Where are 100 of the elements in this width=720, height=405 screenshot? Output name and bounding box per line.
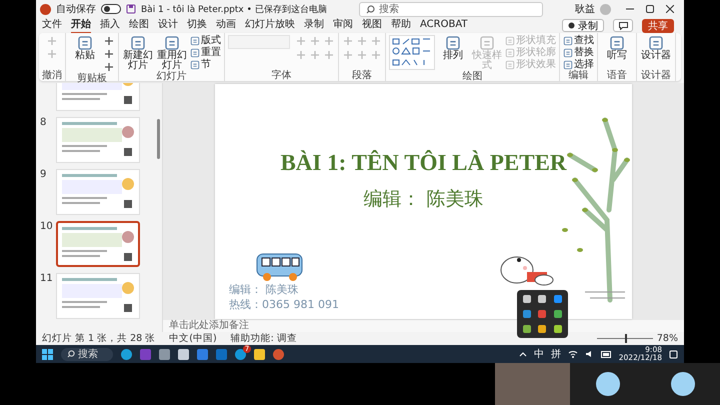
group-label: 段落: [352, 70, 372, 81]
maximize-icon[interactable]: [646, 5, 654, 13]
group-label: 编辑: [568, 70, 588, 81]
ribbon-tab[interactable]: ACROBAT: [420, 18, 468, 32]
scrollbar-thumb[interactable]: [157, 119, 160, 159]
group-label: 撤消: [42, 70, 62, 81]
ribbon-tab[interactable]: 幻灯片放映: [245, 17, 295, 34]
close-icon[interactable]: [666, 5, 674, 13]
ribbon-button[interactable]: 听写: [601, 35, 633, 61]
folder-icon[interactable]: [254, 348, 265, 360]
ribbon-button[interactable]: 重置: [190, 47, 221, 58]
checkmark-app-icon[interactable]: [197, 348, 208, 360]
autosave-toggle[interactable]: [101, 4, 121, 14]
ribbon-button[interactable]: 节: [190, 59, 221, 70]
ribbon-button[interactable]: 排列: [437, 35, 469, 61]
document-icon: [563, 60, 573, 70]
notes-app-icon[interactable]: [140, 348, 151, 360]
tool-button[interactable]: [103, 61, 115, 73]
autosave-label: 自动保存: [56, 3, 96, 16]
document-icon: [479, 35, 495, 51]
speaker-icon[interactable]: [584, 350, 594, 358]
slide-thumbnail[interactable]: [56, 221, 140, 267]
ribbon-button[interactable]: 重用幻灯片: [156, 35, 188, 71]
ribbon-tab[interactable]: 审阅: [333, 17, 353, 34]
ime-layout[interactable]: 拼: [550, 347, 561, 361]
save-icon[interactable]: [126, 4, 136, 14]
search-icon: [366, 4, 375, 14]
shapes-gallery[interactable]: [389, 35, 435, 70]
browser-app-icon[interactable]: [121, 348, 132, 360]
slide-number: 8: [40, 117, 48, 128]
battery-icon[interactable]: [600, 350, 612, 358]
language-status[interactable]: 中文(中国): [169, 332, 217, 345]
group-label: 字体: [272, 70, 292, 81]
ribbon-tab[interactable]: 帮助: [391, 17, 411, 34]
mail-app-icon[interactable]: [216, 348, 227, 360]
ribbon-button[interactable]: 设计器: [640, 35, 672, 61]
ribbon-tab[interactable]: 切换: [187, 17, 207, 34]
comment-button[interactable]: [613, 19, 633, 32]
ribbon-tab[interactable]: 录制: [304, 17, 324, 34]
ribbon-button[interactable]: 替换: [563, 47, 594, 58]
accessibility-status[interactable]: 辅助功能: 调查: [230, 332, 297, 345]
document-icon: [609, 35, 625, 51]
wifi-icon[interactable]: [568, 350, 578, 358]
snipping-app-icon[interactable]: [178, 348, 189, 360]
notification-icon[interactable]: [669, 350, 678, 358]
ime-mode[interactable]: 中: [534, 347, 544, 361]
slide-title: BÀI 1: TÊN TÔI LÀ PETER: [280, 150, 567, 176]
document-icon: [130, 35, 146, 51]
taskbar-search[interactable]: 搜索: [61, 348, 113, 360]
ribbon-button[interactable]: 新建幻灯片: [122, 35, 154, 71]
ribbon-tab[interactable]: 绘图: [129, 17, 149, 34]
tool-button[interactable]: [103, 48, 115, 60]
record-icon: [568, 22, 575, 29]
bus-drawing: [255, 252, 305, 284]
ribbon-tab[interactable]: 视图: [362, 17, 382, 34]
user-name: 耿益: [575, 3, 595, 16]
slide-subtitle: 编辑： 陈美珠: [363, 187, 484, 212]
share-button[interactable]: 共享: [642, 18, 674, 32]
slide-number: 9: [40, 169, 48, 180]
search-icon: [67, 350, 75, 358]
presentation-app-icon[interactable]: [273, 348, 284, 360]
slide-number: 10: [40, 221, 52, 232]
document-icon: [505, 48, 515, 58]
group-label: 绘图: [462, 71, 482, 82]
avatar-icon: [596, 372, 620, 396]
ribbon-button[interactable]: 版式: [190, 35, 221, 46]
group-label: 剪贴板: [77, 73, 107, 84]
search-field[interactable]: 搜索: [358, 2, 543, 16]
document-icon: [190, 36, 200, 46]
zoom-percentage[interactable]: 78%: [656, 333, 678, 344]
slide-count: 幻灯片 第 1 张，共 28 张: [42, 332, 156, 345]
slide-number: 11: [40, 273, 52, 284]
document-icon: [563, 36, 573, 46]
footer-editor: 编辑： 陈美珠: [229, 282, 298, 297]
document-icon: [190, 48, 200, 58]
document-icon: [505, 36, 515, 46]
document-icon: [648, 35, 664, 51]
ribbon-tab[interactable]: 文件: [42, 17, 62, 34]
calculator-icon[interactable]: [159, 348, 170, 360]
ribbon-tab[interactable]: 设计: [158, 17, 178, 34]
windows-start-icon[interactable]: [42, 348, 53, 360]
file-title: Bài 1 - tôi là Peter.pptx • 已保存到这台电脑: [141, 4, 327, 16]
document-icon: [77, 35, 93, 51]
record-button[interactable]: 录制: [562, 19, 604, 32]
notes-field[interactable]: 单击此处添加备注: [163, 320, 684, 332]
tool-button[interactable]: [103, 35, 115, 47]
ribbon-button[interactable]: 选择: [563, 59, 594, 70]
ribbon-button[interactable]: 粘贴: [69, 35, 101, 61]
document-icon: [445, 35, 461, 51]
chat-app-icon[interactable]: [235, 348, 246, 360]
ribbon-tab[interactable]: 插入: [100, 17, 120, 34]
ribbon-tab[interactable]: 动画: [216, 17, 236, 34]
group-label: 语音: [607, 70, 627, 81]
avatar-icon: [671, 372, 695, 396]
document-icon: [164, 35, 180, 51]
document-icon: [190, 60, 200, 70]
chevron-up-icon[interactable]: [518, 352, 527, 356]
ribbon-button[interactable]: 查找: [563, 35, 594, 46]
group-label: 设计器: [641, 70, 671, 81]
document-icon: [505, 60, 515, 70]
